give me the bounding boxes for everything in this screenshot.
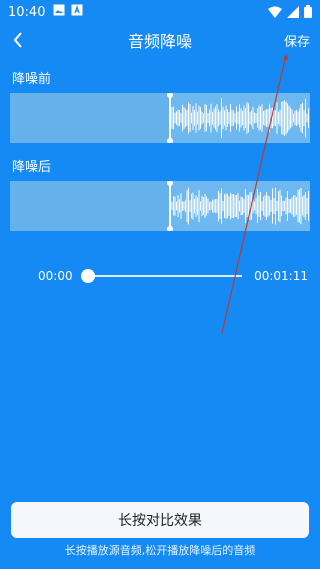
hint-text: 长按播放源音频,松开播放降噪后的音频: [64, 544, 256, 557]
compare-button[interactable]: 长按对比效果: [11, 502, 309, 538]
annotation-line: [221, 54, 288, 334]
